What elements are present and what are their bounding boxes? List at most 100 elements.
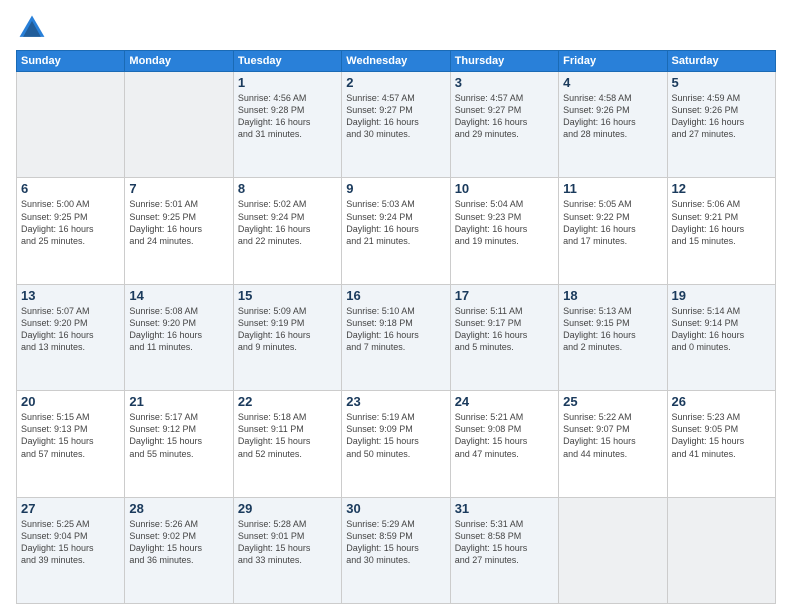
weekday-header: Wednesday [342,51,450,72]
weekday-header: Friday [559,51,667,72]
day-number: 18 [563,288,662,303]
calendar-cell [17,72,125,178]
calendar-cell: 8 Sunrise: 5:02 AM Sunset: 9:24 PM Daylig… [233,178,341,284]
day-number: 8 [238,181,337,196]
day-info: Sunrise: 5:07 AM Sunset: 9:20 PM Dayligh… [21,305,120,354]
calendar-cell: 2 Sunrise: 4:57 AM Sunset: 9:27 PM Daylig… [342,72,450,178]
calendar-cell: 6 Sunrise: 5:00 AM Sunset: 9:25 PM Daylig… [17,178,125,284]
day-number: 23 [346,394,445,409]
day-number: 31 [455,501,554,516]
calendar-cell: 11 Sunrise: 5:05 AM Sunset: 9:22 PM Dayli… [559,178,667,284]
calendar-cell: 21 Sunrise: 5:17 AM Sunset: 9:12 PM Dayli… [125,391,233,497]
day-number: 29 [238,501,337,516]
header [16,12,776,44]
day-number: 28 [129,501,228,516]
weekday-header: Saturday [667,51,775,72]
day-number: 3 [455,75,554,90]
calendar-cell: 29 Sunrise: 5:28 AM Sunset: 9:01 PM Dayli… [233,497,341,603]
calendar-cell: 12 Sunrise: 5:06 AM Sunset: 9:21 PM Dayli… [667,178,775,284]
calendar-cell [667,497,775,603]
day-number: 22 [238,394,337,409]
day-number: 1 [238,75,337,90]
day-number: 11 [563,181,662,196]
day-info: Sunrise: 4:56 AM Sunset: 9:28 PM Dayligh… [238,92,337,141]
day-info: Sunrise: 4:59 AM Sunset: 9:26 PM Dayligh… [672,92,771,141]
day-info: Sunrise: 5:11 AM Sunset: 9:17 PM Dayligh… [455,305,554,354]
day-number: 20 [21,394,120,409]
calendar-cell: 28 Sunrise: 5:26 AM Sunset: 9:02 PM Dayli… [125,497,233,603]
day-number: 2 [346,75,445,90]
day-info: Sunrise: 4:57 AM Sunset: 9:27 PM Dayligh… [346,92,445,141]
weekday-header: Sunday [17,51,125,72]
day-number: 13 [21,288,120,303]
day-info: Sunrise: 5:14 AM Sunset: 9:14 PM Dayligh… [672,305,771,354]
day-number: 15 [238,288,337,303]
day-number: 16 [346,288,445,303]
calendar-cell [559,497,667,603]
calendar-cell: 13 Sunrise: 5:07 AM Sunset: 9:20 PM Dayli… [17,284,125,390]
calendar-cell [125,72,233,178]
day-number: 6 [21,181,120,196]
day-info: Sunrise: 5:26 AM Sunset: 9:02 PM Dayligh… [129,518,228,567]
day-number: 26 [672,394,771,409]
calendar-cell: 23Sunrise: 5:19 AM Sunset: 9:09 PM Dayli… [342,391,450,497]
day-info: Sunrise: 5:28 AM Sunset: 9:01 PM Dayligh… [238,518,337,567]
calendar-page: SundayMondayTuesdayWednesdayThursdayFrid… [0,0,792,612]
day-number: 21 [129,394,228,409]
day-number: 5 [672,75,771,90]
day-number: 4 [563,75,662,90]
day-number: 14 [129,288,228,303]
calendar-cell: 16 Sunrise: 5:10 AM Sunset: 9:18 PM Dayli… [342,284,450,390]
calendar-week-row: 27 Sunrise: 5:25 AM Sunset: 9:04 PM Dayli… [17,497,776,603]
day-info: Sunrise: 5:15 AM Sunset: 9:13 PM Dayligh… [21,411,120,460]
calendar-cell: 18 Sunrise: 5:13 AM Sunset: 9:15 PM Dayli… [559,284,667,390]
calendar-cell: 27 Sunrise: 5:25 AM Sunset: 9:04 PM Dayli… [17,497,125,603]
day-info: Sunrise: 5:09 AM Sunset: 9:19 PM Dayligh… [238,305,337,354]
day-info: Sunrise: 5:02 AM Sunset: 9:24 PM Dayligh… [238,198,337,247]
day-info: Sunrise: 5:10 AM Sunset: 9:18 PM Dayligh… [346,305,445,354]
day-info: Sunrise: 5:25 AM Sunset: 9:04 PM Dayligh… [21,518,120,567]
weekday-header: Tuesday [233,51,341,72]
day-number: 9 [346,181,445,196]
calendar-table: SundayMondayTuesdayWednesdayThursdayFrid… [16,50,776,604]
day-number: 19 [672,288,771,303]
day-number: 25 [563,394,662,409]
weekday-header: Thursday [450,51,558,72]
day-info: Sunrise: 5:29 AM Sunset: 8:59 PM Dayligh… [346,518,445,567]
calendar-cell: 26 Sunrise: 5:23 AM Sunset: 9:05 PM Dayli… [667,391,775,497]
day-info: Sunrise: 5:05 AM Sunset: 9:22 PM Dayligh… [563,198,662,247]
calendar-cell: 19 Sunrise: 5:14 AM Sunset: 9:14 PM Dayli… [667,284,775,390]
day-info: Sunrise: 5:31 AM Sunset: 8:58 PM Dayligh… [455,518,554,567]
day-number: 17 [455,288,554,303]
calendar-cell: 30Sunrise: 5:29 AM Sunset: 8:59 PM Dayli… [342,497,450,603]
day-info: Sunrise: 5:01 AM Sunset: 9:25 PM Dayligh… [129,198,228,247]
day-number: 24 [455,394,554,409]
calendar-cell: 4 Sunrise: 4:58 AM Sunset: 9:26 PM Daylig… [559,72,667,178]
calendar-cell: 25 Sunrise: 5:22 AM Sunset: 9:07 PM Dayli… [559,391,667,497]
calendar-week-row: 1 Sunrise: 4:56 AM Sunset: 9:28 PM Daylig… [17,72,776,178]
calendar-cell: 9Sunrise: 5:03 AM Sunset: 9:24 PM Daylig… [342,178,450,284]
day-info: Sunrise: 4:58 AM Sunset: 9:26 PM Dayligh… [563,92,662,141]
calendar-cell: 24 Sunrise: 5:21 AM Sunset: 9:08 PM Dayli… [450,391,558,497]
day-info: Sunrise: 5:21 AM Sunset: 9:08 PM Dayligh… [455,411,554,460]
day-info: Sunrise: 5:04 AM Sunset: 9:23 PM Dayligh… [455,198,554,247]
calendar-cell: 14 Sunrise: 5:08 AM Sunset: 9:20 PM Dayli… [125,284,233,390]
day-info: Sunrise: 5:13 AM Sunset: 9:15 PM Dayligh… [563,305,662,354]
calendar-week-row: 20 Sunrise: 5:15 AM Sunset: 9:13 PM Dayli… [17,391,776,497]
day-info: Sunrise: 5:17 AM Sunset: 9:12 PM Dayligh… [129,411,228,460]
day-info: Sunrise: 5:06 AM Sunset: 9:21 PM Dayligh… [672,198,771,247]
day-info: Sunrise: 5:22 AM Sunset: 9:07 PM Dayligh… [563,411,662,460]
day-info: Sunrise: 5:08 AM Sunset: 9:20 PM Dayligh… [129,305,228,354]
calendar-cell: 31 Sunrise: 5:31 AM Sunset: 8:58 PM Dayli… [450,497,558,603]
day-number: 12 [672,181,771,196]
logo [16,12,54,44]
day-number: 27 [21,501,120,516]
day-info: Sunrise: 5:00 AM Sunset: 9:25 PM Dayligh… [21,198,120,247]
logo-icon [16,12,48,44]
day-info: Sunrise: 4:57 AM Sunset: 9:27 PM Dayligh… [455,92,554,141]
calendar-cell: 10Sunrise: 5:04 AM Sunset: 9:23 PM Dayli… [450,178,558,284]
weekday-header: Monday [125,51,233,72]
calendar-cell: 1 Sunrise: 4:56 AM Sunset: 9:28 PM Daylig… [233,72,341,178]
day-info: Sunrise: 5:23 AM Sunset: 9:05 PM Dayligh… [672,411,771,460]
calendar-cell: 17 Sunrise: 5:11 AM Sunset: 9:17 PM Dayli… [450,284,558,390]
